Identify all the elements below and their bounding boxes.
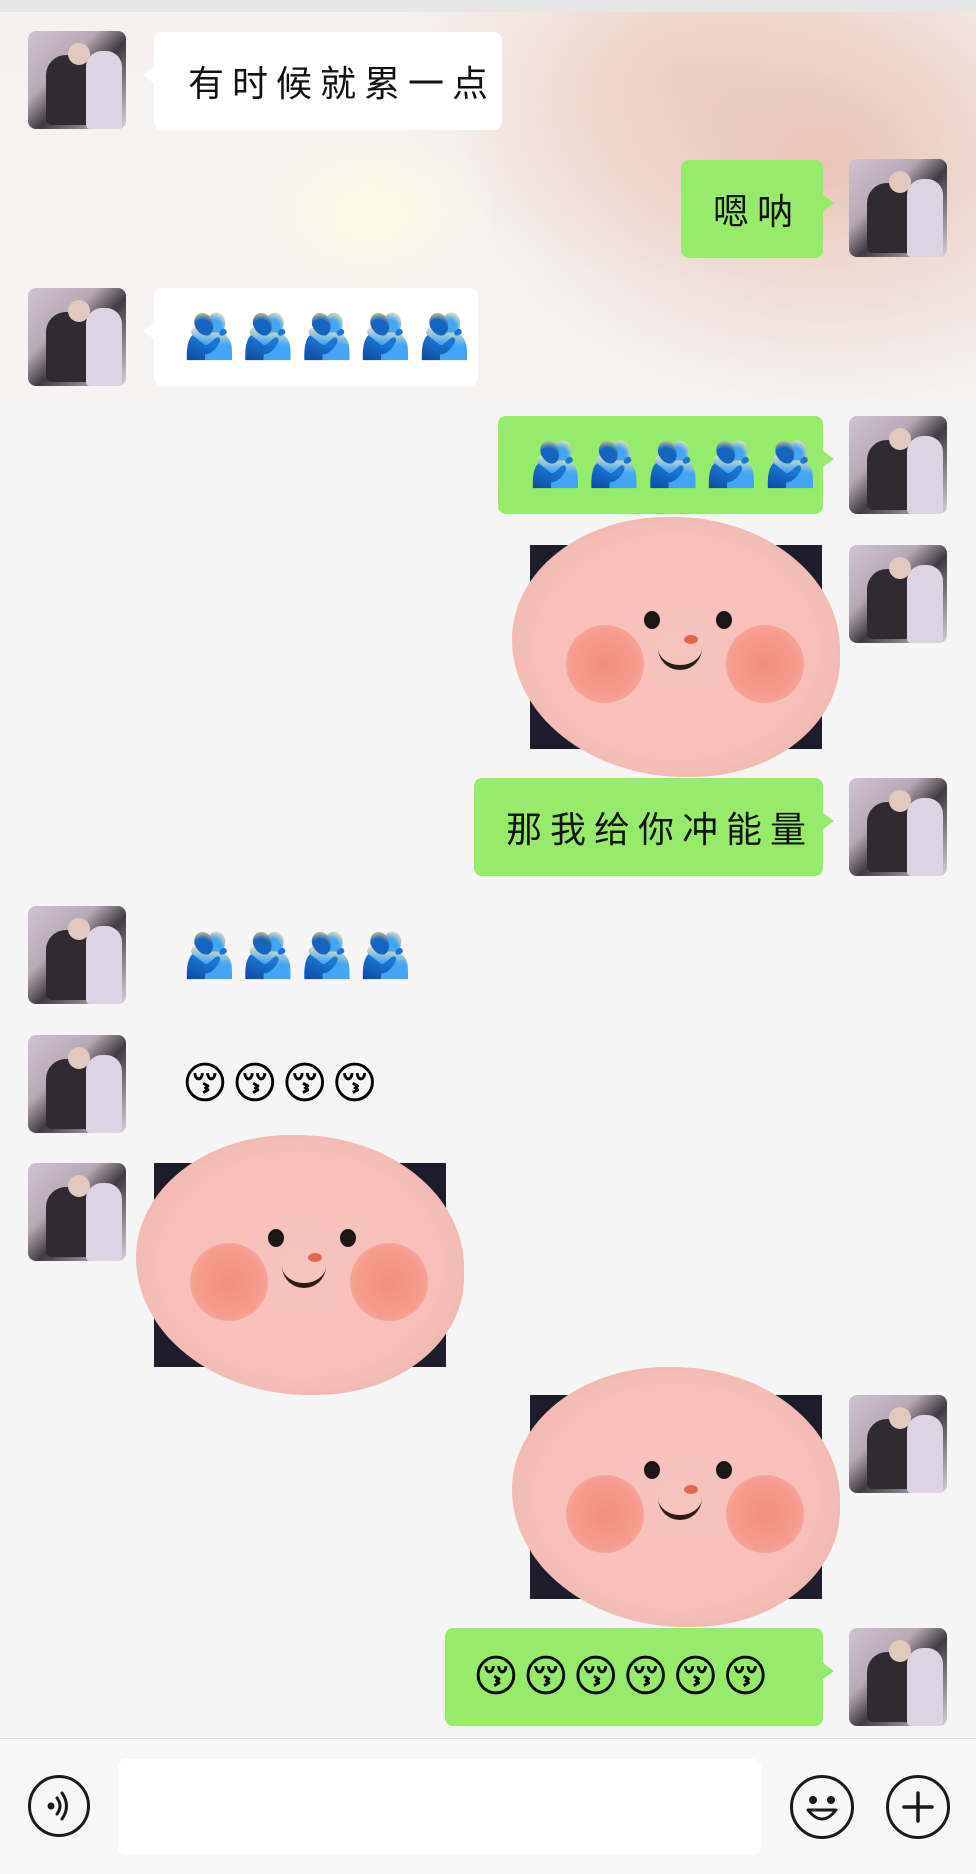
wallpaper-glow (240, 122, 500, 302)
sticker-pink-blush-face[interactable] (512, 1367, 840, 1627)
my-avatar[interactable] (849, 1395, 947, 1493)
message-bubble-incoming[interactable]: 有时候就累一点 (143, 32, 502, 130)
chat-area[interactable]: 有时候就累一点 嗯呐 🫂🫂🫂🫂🫂 🫂🫂🫂🫂🫂 那我给你冲能量 🫂🫂🫂🫂 😚😚😚😚… (0, 12, 976, 1738)
people-hugging-icon[interactable]: 🫂🫂🫂🫂 (182, 934, 417, 978)
my-avatar[interactable] (849, 159, 947, 257)
message-bubble-outgoing[interactable]: 🫂🫂🫂🫂🫂 (498, 416, 834, 514)
status-strip (0, 0, 976, 12)
my-avatar[interactable] (849, 778, 947, 876)
my-avatar[interactable] (849, 1628, 947, 1726)
sticker-pink-blush-face[interactable] (512, 517, 840, 777)
voice-icon[interactable] (28, 1775, 90, 1837)
smiley-icon[interactable] (790, 1775, 854, 1839)
my-avatar[interactable] (849, 545, 947, 643)
my-avatar[interactable] (849, 416, 947, 514)
message-input[interactable] (118, 1759, 761, 1855)
kissing-face-icon[interactable]: 😚😚😚😚 (182, 1062, 381, 1106)
message-bubble-incoming[interactable]: 🫂🫂🫂🫂🫂 (143, 288, 478, 386)
kissing-face-icon: 😚😚😚😚😚😚 (473, 1651, 773, 1702)
message-text: 嗯呐 (713, 192, 802, 233)
message-text: 有时候就累一点 (188, 64, 497, 105)
people-hugging-icon: 🫂🫂🫂🫂🫂 (182, 311, 476, 362)
contact-avatar[interactable] (28, 31, 126, 129)
message-text: 那我给你冲能量 (506, 810, 815, 851)
plus-icon[interactable] (886, 1775, 950, 1839)
sticker-pink-blush-face[interactable] (136, 1135, 464, 1395)
people-hugging-icon: 🫂🫂🫂🫂🫂 (528, 439, 822, 490)
message-bubble-outgoing[interactable]: 那我给你冲能量 (474, 778, 834, 876)
input-bar (0, 1738, 976, 1874)
contact-avatar[interactable] (28, 906, 126, 1004)
contact-avatar[interactable] (28, 1163, 126, 1261)
message-bubble-outgoing[interactable]: 嗯呐 (681, 160, 834, 258)
contact-avatar[interactable] (28, 288, 126, 386)
contact-avatar[interactable] (28, 1035, 126, 1133)
message-bubble-outgoing[interactable]: 😚😚😚😚😚😚 (445, 1628, 834, 1726)
